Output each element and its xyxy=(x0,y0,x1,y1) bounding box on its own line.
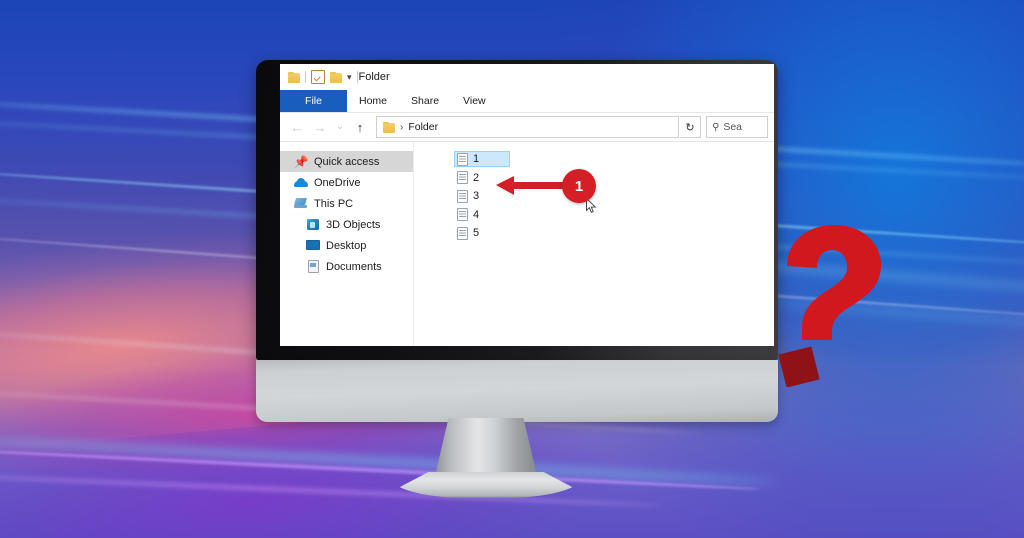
sidebar-item-this-pc[interactable]: This PC xyxy=(280,193,413,214)
monitor-icon xyxy=(306,239,320,253)
computer-icon xyxy=(294,197,308,211)
quick-access-toolbar[interactable]: ▾ xyxy=(288,70,358,84)
tab-home[interactable]: Home xyxy=(347,90,399,112)
step-number-badge: 1 xyxy=(562,169,596,203)
toolbar-divider xyxy=(305,71,306,83)
question-mark-dot xyxy=(778,346,820,387)
document-icon xyxy=(306,260,320,274)
toolbar-divider xyxy=(356,71,358,83)
customize-chevron-icon[interactable]: ▾ xyxy=(347,73,352,82)
pin-icon: 📌 xyxy=(293,154,309,169)
sidebar-item-desktop[interactable]: Desktop xyxy=(280,235,413,256)
back-button[interactable]: ← xyxy=(286,116,308,138)
folder-icon xyxy=(383,121,395,133)
up-button[interactable]: ↑ xyxy=(349,116,371,138)
sidebar-item-3d-objects[interactable]: 3D Objects xyxy=(280,214,413,235)
forward-button[interactable]: → xyxy=(309,116,331,138)
sidebar-item-label: 3D Objects xyxy=(326,218,381,231)
question-mark-graphic xyxy=(778,224,882,387)
sidebar-item-label: Documents xyxy=(326,260,382,273)
refresh-button[interactable]: ↻ xyxy=(680,116,701,138)
navigation-pane: 📌 Quick access OneDrive This PC 3D Objec… xyxy=(280,142,414,346)
tab-file[interactable]: File xyxy=(280,90,347,112)
document-icon xyxy=(457,152,468,166)
monitor-device: ▾ Folder File Home Share View ← → ⌄ ↑ › … xyxy=(256,60,778,500)
file-name: 2 xyxy=(473,171,480,184)
properties-checkbox-icon[interactable] xyxy=(311,70,325,84)
list-item[interactable]: 1 xyxy=(454,151,510,167)
navigation-bar: ← → ⌄ ↑ › Folder ↻ ⚲ Sea xyxy=(280,113,774,141)
sidebar-item-label: This PC xyxy=(314,197,354,210)
document-icon xyxy=(457,226,468,240)
file-name: 1 xyxy=(473,153,480,165)
annotation-callout: 1 xyxy=(496,167,596,207)
ribbon-tab-bar: File Home Share View xyxy=(280,90,774,113)
search-icon: ⚲ xyxy=(712,121,720,133)
tab-view[interactable]: View xyxy=(451,90,498,112)
monitor-chin xyxy=(256,360,778,422)
search-input[interactable]: ⚲ Sea xyxy=(706,116,768,138)
window-titlebar: ▾ Folder xyxy=(280,64,774,90)
document-icon xyxy=(457,171,468,184)
sidebar-item-label: Desktop xyxy=(326,239,367,252)
file-name: 4 xyxy=(473,208,480,221)
window-title: Folder xyxy=(358,71,390,83)
sidebar-item-documents[interactable]: Documents xyxy=(280,256,413,277)
sidebar-item-label: Quick access xyxy=(314,155,380,168)
annotation-arrow-icon xyxy=(496,176,564,195)
sidebar-item-quick-access[interactable]: 📌 Quick access xyxy=(280,151,413,172)
search-placeholder: Sea xyxy=(723,121,743,133)
monitor-bezel: ▾ Folder File Home Share View ← → ⌄ ↑ › … xyxy=(256,60,778,360)
question-mark-hook xyxy=(787,224,882,340)
cloud-icon xyxy=(294,176,308,190)
document-icon xyxy=(457,208,468,221)
sidebar-item-onedrive[interactable]: OneDrive xyxy=(280,172,413,193)
new-folder-icon[interactable] xyxy=(330,71,342,83)
file-name: 3 xyxy=(473,190,480,202)
list-item[interactable]: 4 xyxy=(454,207,510,223)
sidebar-item-label: OneDrive xyxy=(314,176,361,189)
breadcrumb-separator: › xyxy=(400,121,404,133)
cube-icon xyxy=(306,218,320,232)
breadcrumb[interactable]: Folder xyxy=(408,121,438,133)
list-item[interactable]: 5 xyxy=(454,225,510,241)
folder-icon[interactable] xyxy=(288,71,300,83)
tab-share[interactable]: Share xyxy=(399,90,451,112)
file-name: 5 xyxy=(473,227,480,239)
address-bar[interactable]: › Folder xyxy=(376,116,679,138)
document-icon xyxy=(457,189,468,203)
monitor-stand-neck xyxy=(434,418,538,480)
recent-locations-button[interactable]: ⌄ xyxy=(332,116,348,138)
